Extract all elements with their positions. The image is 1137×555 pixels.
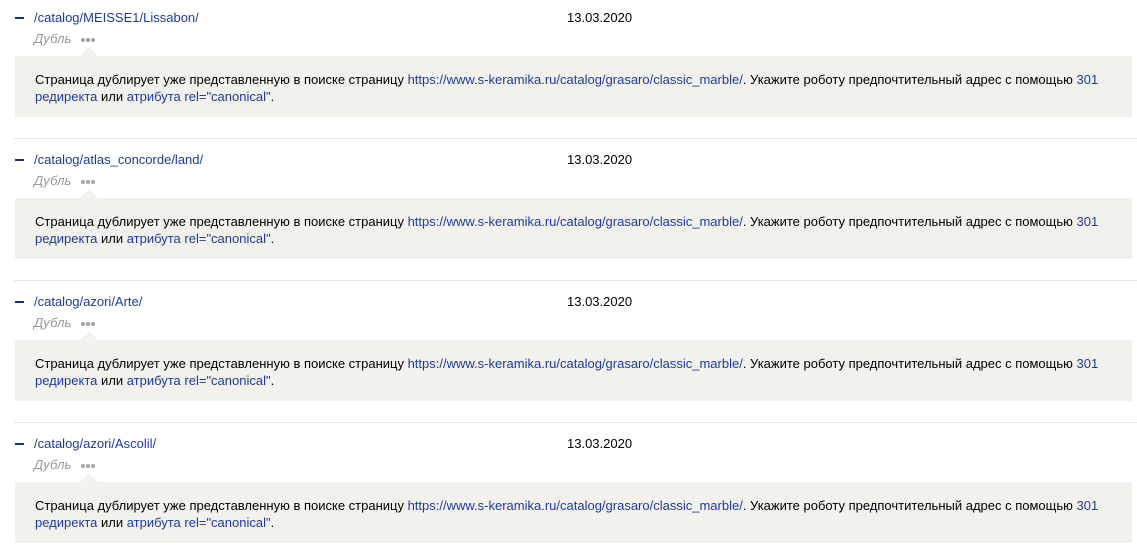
divider (14, 280, 1137, 281)
collapse-icon[interactable] (15, 301, 24, 303)
list-item: /catalog/atlas_concorde/land/ 13.03.2020… (0, 142, 1137, 284)
page-url-link[interactable]: /catalog/MEISSE1/Lissabon/ (34, 10, 199, 26)
status-label: Дубль (34, 457, 72, 472)
message-middle: . Укажите роботу предпочтительный адрес … (742, 498, 1077, 513)
canonical-attribute-link[interactable]: атрибута rel="canonical" (127, 373, 271, 388)
message-prefix: Страница дублирует уже представленную в … (35, 498, 408, 513)
canonical-url-link[interactable]: https://www.s-keramika.ru/catalog/grasar… (408, 498, 743, 513)
message-suffix: . (270, 231, 275, 246)
page-url-link[interactable]: /catalog/atlas_concorde/land/ (34, 152, 203, 168)
list-item: /catalog/azori/Arte/ 13.03.2020 Дубль Ст… (0, 284, 1137, 426)
message-prefix: Страница дублирует уже представленную в … (35, 72, 408, 87)
canonical-url-link[interactable]: https://www.s-keramika.ru/catalog/grasar… (408, 214, 743, 229)
message-suffix: . (270, 515, 275, 530)
message-or: или (97, 231, 127, 246)
divider (14, 138, 1137, 139)
more-options-icon[interactable] (79, 459, 97, 471)
canonical-attribute-link[interactable]: атрибута rel="canonical" (127, 231, 271, 246)
message-text: Страница дублирует уже представленную в … (35, 213, 1115, 247)
status-label: Дубль (34, 31, 72, 46)
collapse-icon[interactable] (15, 443, 24, 445)
status-label: Дубль (34, 173, 72, 188)
message-prefix: Страница дублирует уже представленную в … (35, 214, 408, 229)
message-text: Страница дублирует уже представленную в … (35, 355, 1115, 389)
list-item: /catalog/azori/Ascolil/ 13.03.2020 Дубль… (0, 426, 1137, 555)
message-suffix: . (270, 89, 275, 104)
message-or: или (97, 89, 127, 104)
message-text: Страница дублирует уже представленную в … (35, 71, 1115, 105)
list-item: /catalog/MEISSE1/Lissabon/ 13.03.2020 Ду… (0, 0, 1137, 142)
collapse-icon[interactable] (15, 17, 24, 19)
page-url-link[interactable]: /catalog/azori/Ascolil/ (34, 436, 156, 452)
message-box: Страница дублирует уже представленную в … (15, 473, 1132, 543)
message-text: Страница дублирует уже представленную в … (35, 497, 1115, 531)
message-box: Страница дублирует уже представленную в … (15, 189, 1132, 259)
canonical-attribute-link[interactable]: атрибута rel="canonical" (127, 89, 271, 104)
collapse-icon[interactable] (15, 159, 24, 161)
date-label: 13.03.2020 (567, 10, 633, 25)
more-options-icon[interactable] (79, 33, 97, 45)
page-url-link[interactable]: /catalog/azori/Arte/ (34, 294, 142, 310)
more-options-icon[interactable] (79, 175, 97, 187)
date-label: 13.03.2020 (567, 152, 633, 167)
date-label: 13.03.2020 (567, 294, 633, 309)
message-or: или (97, 373, 127, 388)
canonical-attribute-link[interactable]: атрибута rel="canonical" (127, 515, 271, 530)
message-suffix: . (270, 373, 275, 388)
status-label: Дубль (34, 315, 72, 330)
canonical-url-link[interactable]: https://www.s-keramika.ru/catalog/grasar… (408, 356, 743, 371)
message-box: Страница дублирует уже представленную в … (15, 331, 1132, 401)
message-middle: . Укажите роботу предпочтительный адрес … (742, 356, 1077, 371)
message-middle: . Укажите роботу предпочтительный адрес … (742, 72, 1077, 87)
message-or: или (97, 515, 127, 530)
more-options-icon[interactable] (79, 317, 97, 329)
divider (14, 422, 1137, 423)
message-box: Страница дублирует уже представленную в … (15, 47, 1132, 117)
message-prefix: Страница дублирует уже представленную в … (35, 356, 408, 371)
date-label: 13.03.2020 (567, 436, 633, 451)
message-middle: . Укажите роботу предпочтительный адрес … (742, 214, 1077, 229)
canonical-url-link[interactable]: https://www.s-keramika.ru/catalog/grasar… (408, 72, 743, 87)
